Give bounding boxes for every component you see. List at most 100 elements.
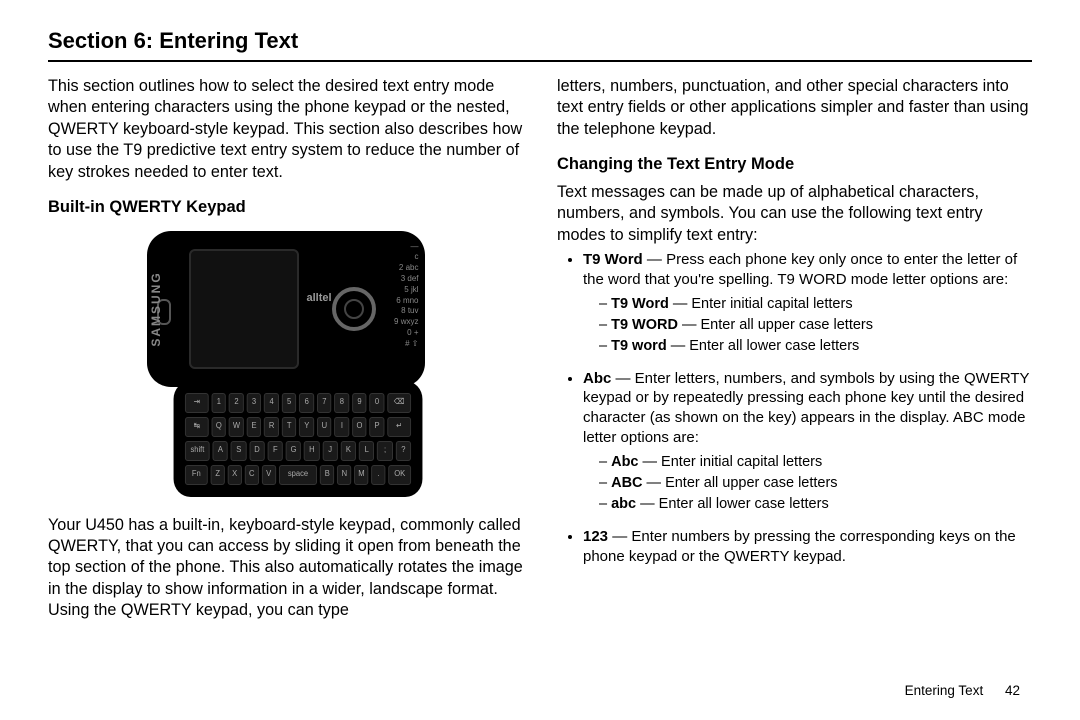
numpad-label: —	[394, 243, 418, 252]
qwerty-row-2: ↹QWERTYUIOP↵	[184, 417, 410, 437]
qwerty-key: R	[264, 417, 279, 437]
bullet-abc-term: Abc	[583, 370, 611, 387]
t9-opt-2: T9 WORD — Enter all upper case letters	[599, 315, 1032, 336]
modes-paragraph: Text messages can be made up of alphabet…	[557, 182, 1032, 246]
section-title: Section 6: Entering Text	[48, 28, 1032, 54]
t9-opt-2-desc: — Enter all upper case letters	[678, 317, 873, 333]
abc-opt-2: ABC — Enter all upper case letters	[599, 473, 1032, 494]
qwerty-key: 3	[246, 393, 261, 413]
bullet-123-desc: — Enter numbers by pressing the correspo…	[583, 528, 1016, 565]
qwerty-key: shift	[184, 441, 209, 461]
qwerty-key: N	[337, 465, 351, 485]
qwerty-rows: ⇥1234567890⌫ ↹QWERTYUIOP↵ shiftASDFGHJKL…	[184, 391, 410, 487]
qwerty-key: X	[227, 465, 241, 485]
abc-opt-1: Abc — Enter initial capital letters	[599, 452, 1032, 473]
abc-opt-3-desc: — Enter all lower case letters	[636, 496, 829, 512]
qwerty-key: L	[359, 441, 374, 461]
numpad-label: 0 +	[394, 329, 418, 338]
bullet-t9: T9 Word — Press each phone key only once…	[583, 250, 1032, 363]
brand-label: SAMSUNG	[149, 271, 165, 346]
qwerty-key: 6	[299, 393, 314, 413]
abc-opt-3: abc — Enter all lower case letters	[599, 494, 1032, 515]
subhead-qwerty: Built-in QWERTY Keypad	[48, 197, 523, 219]
abc-opt-3-term: abc	[611, 496, 636, 512]
qwerty-key: D	[249, 441, 264, 461]
page-footer: Entering Text 42	[905, 683, 1020, 698]
qwerty-key: O	[352, 417, 367, 437]
qwerty-key: Z	[210, 465, 224, 485]
phone-screen	[189, 249, 299, 369]
column-right: letters, numbers, punctuation, and other…	[557, 76, 1032, 622]
numeric-keypad-column: —c2 abc3 def5 jkl6 mno8 tuv9 wxyz0 +# ⇧	[394, 243, 418, 349]
manual-page: Section 6: Entering Text This section ou…	[0, 0, 1080, 720]
bullet-t9-term: T9 Word	[583, 251, 643, 268]
qwerty-key: J	[322, 441, 337, 461]
two-column-layout: This section outlines how to select the …	[48, 76, 1032, 622]
numpad-label: # ⇧	[394, 340, 418, 349]
qwerty-key: U	[316, 417, 331, 437]
qwerty-key: ;	[377, 441, 392, 461]
qwerty-key: 9	[352, 393, 367, 413]
bullet-t9-desc: — Press each phone key only once to ente…	[583, 251, 1017, 288]
abc-opt-2-desc: — Enter all upper case letters	[643, 475, 838, 491]
qwerty-row-4: FnZXCVspaceBNM.OK	[184, 465, 410, 485]
phone-illustration: ⇥1234567890⌫ ↹QWERTYUIOP↵ shiftASDFGHJKL…	[48, 231, 523, 501]
qwerty-key: T	[281, 417, 296, 437]
bullet-abc-desc: — Enter letters, numbers, and symbols by…	[583, 370, 1029, 446]
phone-top-section: SAMSUNG alltel —c2 abc3 def5 jkl6 mno8 t…	[147, 231, 425, 387]
qwerty-key: W	[229, 417, 244, 437]
bullet-123: 123 — Enter numbers by pressing the corr…	[583, 527, 1032, 567]
qwerty-paragraph: Your U450 has a built-in, keyboard-style…	[48, 515, 523, 622]
qwerty-key: 5	[281, 393, 296, 413]
qwerty-key: .	[371, 465, 385, 485]
qwerty-key: ⇥	[184, 393, 208, 413]
abc-options: Abc — Enter initial capital letters ABC …	[583, 448, 1032, 521]
subhead-modes: Changing the Text Entry Mode	[557, 154, 1032, 176]
title-rule	[48, 60, 1032, 62]
column-left: This section outlines how to select the …	[48, 76, 523, 622]
qwerty-key: B	[320, 465, 334, 485]
abc-opt-2-term: ABC	[611, 475, 642, 491]
qwerty-key: OK	[388, 465, 411, 485]
qwerty-key: C	[244, 465, 258, 485]
numpad-label: c	[394, 253, 418, 262]
numpad-label: 8 tuv	[394, 307, 418, 316]
qwerty-key: 1	[211, 393, 226, 413]
mode-bullet-list: T9 Word — Press each phone key only once…	[557, 250, 1032, 566]
phone-device: ⇥1234567890⌫ ↹QWERTYUIOP↵ shiftASDFGHJKL…	[147, 231, 425, 501]
qwerty-key: Fn	[184, 465, 207, 485]
intro-paragraph: This section outlines how to select the …	[48, 76, 523, 183]
qwerty-key: G	[285, 441, 300, 461]
qwerty-key: S	[231, 441, 246, 461]
qwerty-key: P	[369, 417, 384, 437]
numpad-label: 5 jkl	[394, 286, 418, 295]
qwerty-key: ↹	[184, 417, 208, 437]
abc-opt-1-term: Abc	[611, 454, 638, 470]
abc-opt-1-desc: — Enter initial capital letters	[639, 454, 823, 470]
qwerty-key: I	[334, 417, 349, 437]
t9-opt-1-desc: — Enter initial capital letters	[669, 296, 853, 312]
qwerty-key: 0	[369, 393, 384, 413]
bullet-abc: Abc — Enter letters, numbers, and symbol…	[583, 369, 1032, 521]
phone-keyboard-base: ⇥1234567890⌫ ↹QWERTYUIOP↵ shiftASDFGHJKL…	[173, 381, 422, 497]
t9-opt-3-desc: — Enter all lower case letters	[667, 338, 860, 354]
qwerty-key: F	[267, 441, 282, 461]
qwerty-key: 8	[334, 393, 349, 413]
qwerty-key: ↵	[387, 417, 411, 437]
numpad-label: 3 def	[394, 275, 418, 284]
qwerty-key: V	[261, 465, 275, 485]
t9-opt-2-term: T9 WORD	[611, 317, 678, 333]
t9-opt-3: T9 word — Enter all lower case letters	[599, 336, 1032, 357]
nav-ring-icon	[332, 287, 376, 331]
qwerty-row-3: shiftASDFGHJKL;?	[184, 441, 410, 461]
qwerty-key: 2	[229, 393, 244, 413]
qwerty-key: 7	[316, 393, 331, 413]
t9-options: T9 Word — Enter initial capital letters …	[583, 290, 1032, 363]
qwerty-row-1: ⇥1234567890⌫	[184, 393, 410, 413]
qwerty-key: ⌫	[387, 393, 411, 413]
qwerty-key: 4	[264, 393, 279, 413]
footer-section-label: Entering Text	[905, 683, 984, 698]
footer-page-number: 42	[1005, 683, 1020, 698]
t9-opt-1: T9 Word — Enter initial capital letters	[599, 294, 1032, 315]
qwerty-key: A	[212, 441, 227, 461]
